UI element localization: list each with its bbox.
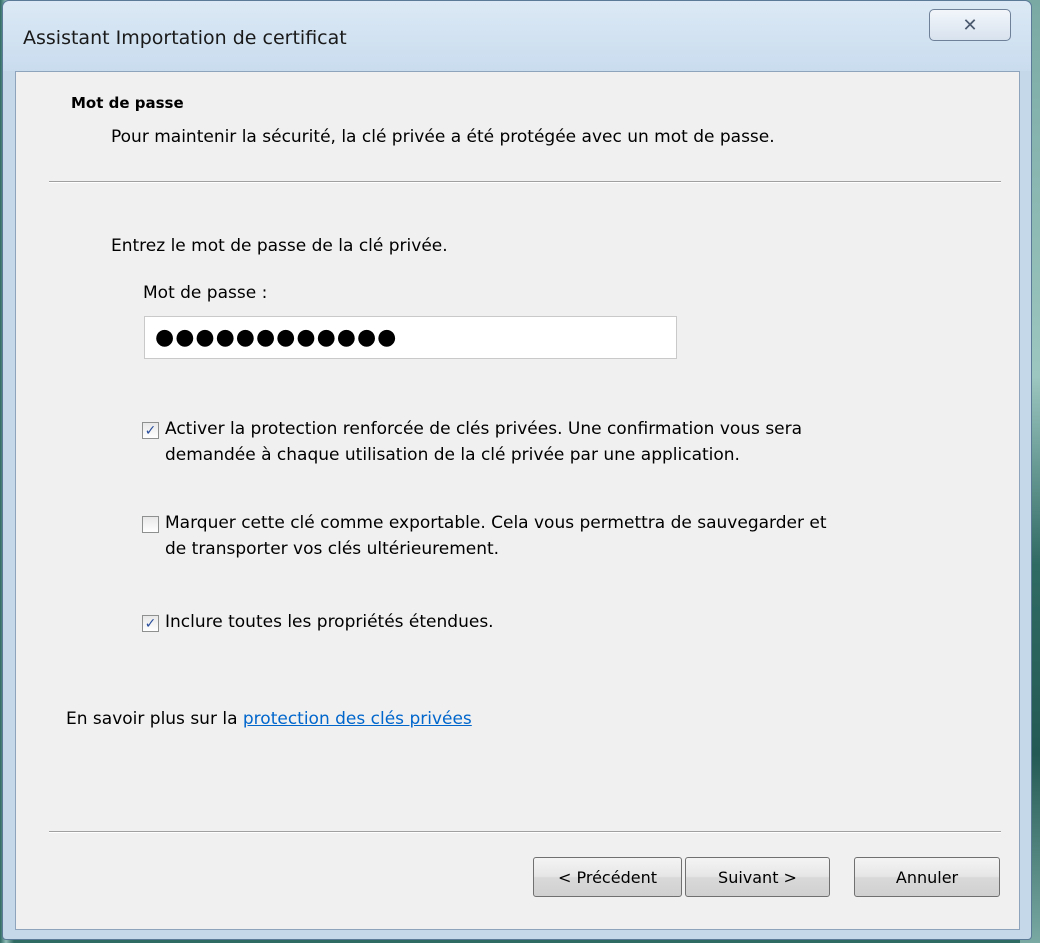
wizard-window: Assistant Importation de certificat ✕ Mo… bbox=[2, 0, 1032, 940]
window-title: Assistant Importation de certificat bbox=[23, 27, 347, 49]
strong-protection-checkbox[interactable]: ✓ bbox=[142, 422, 159, 439]
label-line: demandée à chaque utilisation de la clé … bbox=[165, 445, 740, 465]
header-divider bbox=[49, 181, 1001, 183]
extended-properties-checkbox[interactable]: ✓ bbox=[142, 615, 159, 632]
page-description: Pour maintenir la sécurité, la clé privé… bbox=[111, 127, 775, 147]
private-key-protection-link[interactable]: protection des clés privées bbox=[243, 709, 472, 729]
wizard-content: Mot de passe Pour maintenir la sécurité,… bbox=[15, 71, 1020, 930]
label-line: Inclure toutes les propriétés étendues. bbox=[165, 612, 494, 632]
password-label: Mot de passe : bbox=[143, 283, 268, 303]
learn-more-prefix: En savoir plus sur la bbox=[66, 709, 243, 729]
password-field[interactable]: ●●●●●●●●●●●● bbox=[144, 316, 677, 359]
checkmark-icon: ✓ bbox=[144, 422, 157, 439]
exportable-checkbox[interactable] bbox=[142, 516, 159, 533]
footer-divider bbox=[49, 831, 1001, 833]
password-instruction: Entrez le mot de passe de la clé privée. bbox=[111, 236, 448, 256]
exportable-option[interactable]: Marquer cette clé comme exportable. Cela… bbox=[142, 513, 826, 562]
extended-properties-label: Inclure toutes les propriétés étendues. bbox=[165, 609, 494, 635]
label-line: de transporter vos clés ultérieurement. bbox=[165, 539, 500, 559]
strong-protection-option[interactable]: ✓ Activer la protection renforcée de clé… bbox=[142, 419, 802, 468]
next-button[interactable]: Suivant > bbox=[685, 857, 830, 897]
learn-more-text: En savoir plus sur la protection des clé… bbox=[66, 709, 472, 729]
strong-protection-label: Activer la protection renforcée de clés … bbox=[165, 416, 802, 468]
back-button[interactable]: < Précédent bbox=[533, 857, 682, 897]
close-button[interactable]: ✕ bbox=[929, 9, 1011, 41]
title-bar[interactable]: Assistant Importation de certificat ✕ bbox=[3, 1, 1031, 71]
cancel-button[interactable]: Annuler bbox=[854, 857, 1000, 897]
label-line: Activer la protection renforcée de clés … bbox=[165, 419, 803, 439]
exportable-label: Marquer cette clé comme exportable. Cela… bbox=[165, 510, 826, 562]
page-title: Mot de passe bbox=[71, 94, 184, 112]
close-icon: ✕ bbox=[962, 14, 978, 36]
label-line: Marquer cette clé comme exportable. Cela… bbox=[165, 513, 827, 533]
checkmark-icon: ✓ bbox=[144, 615, 157, 632]
extended-properties-option[interactable]: ✓ Inclure toutes les propriétés étendues… bbox=[142, 612, 494, 635]
